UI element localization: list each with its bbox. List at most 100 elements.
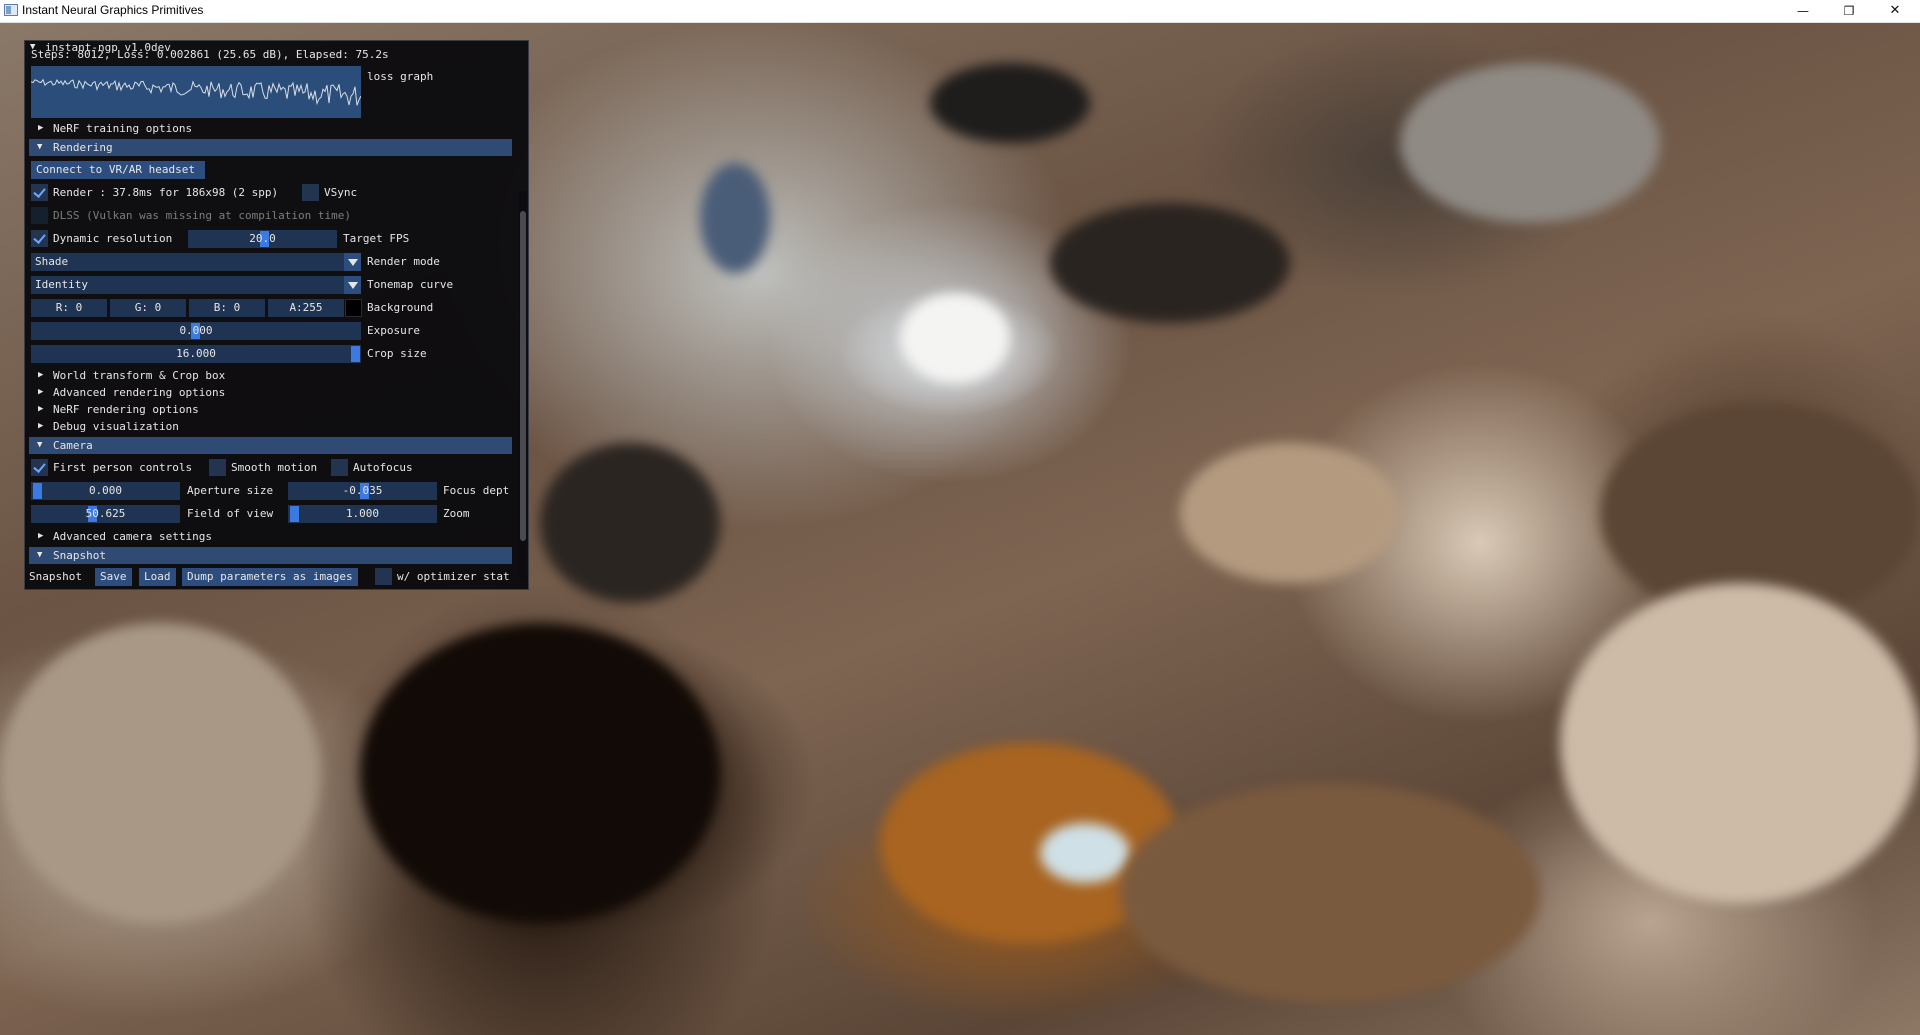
expand-arrow-icon[interactable]: ▶ — [38, 418, 43, 435]
background-g-field[interactable]: G: 0 — [110, 299, 186, 317]
snapshot-save-button[interactable]: Save — [95, 568, 132, 586]
optimizer-state-label: w/ optimizer stat — [397, 570, 510, 583]
chevron-down-icon[interactable] — [344, 253, 361, 271]
expand-arrow-icon[interactable]: ▶ — [38, 120, 43, 137]
field-of-view-value: 50.625 — [85, 507, 126, 520]
field-of-view-slider[interactable]: 50.625 — [31, 505, 180, 523]
tonemap-curve-value: Identity — [35, 278, 88, 291]
target-fps-slider[interactable]: 20.0 — [188, 230, 337, 248]
crop-size-label: Crop size — [367, 347, 427, 360]
render-blob — [900, 293, 1010, 383]
background-color-swatch[interactable] — [345, 299, 362, 317]
render-blob — [540, 443, 720, 603]
nerf-training-options-header[interactable]: NeRF training options — [53, 120, 192, 137]
expand-arrow-icon[interactable]: ▶ — [38, 528, 43, 545]
advanced-rendering-header[interactable]: Advanced rendering options — [53, 384, 225, 401]
expand-arrow-icon[interactable]: ▶ — [38, 401, 43, 418]
render-blob — [700, 163, 770, 273]
target-fps-label: Target FPS — [343, 232, 410, 245]
rendering-header[interactable]: ▼ Rendering — [29, 139, 512, 156]
camera-header-label: Camera — [53, 439, 93, 452]
target-fps-value: 20.0 — [249, 232, 276, 245]
background-label: Background — [367, 301, 434, 314]
nerf-rendering-header[interactable]: NeRF rendering options — [53, 401, 199, 418]
exposure-value: 0.000 — [179, 324, 213, 337]
dynamic-resolution-checkbox[interactable] — [31, 230, 48, 247]
render-blob — [1040, 823, 1130, 883]
expand-arrow-icon[interactable]: ▶ — [38, 367, 43, 384]
world-transform-header[interactable]: World transform & Crop box — [53, 367, 225, 384]
instant-ngp-panel[interactable]: ▼ instant-ngp v1.0dev Steps: 8012, Loss:… — [24, 40, 529, 590]
render-blob — [1180, 443, 1400, 583]
loss-graph-plot — [30, 78, 362, 106]
loss-graph-label: loss graph — [367, 70, 434, 83]
exposure-slider[interactable]: 0.000 — [31, 322, 361, 340]
slider-grab[interactable] — [290, 506, 299, 522]
render-stats-label: Render : 37.8ms for 186x98 (2 spp) — [53, 186, 279, 199]
background-r-field[interactable]: R: 0 — [31, 299, 107, 317]
smooth-motion-label: Smooth motion — [231, 461, 318, 474]
crop-size-slider[interactable]: 16.000 — [31, 345, 361, 363]
snapshot-header-label: Snapshot — [53, 549, 106, 562]
snapshot-label: Snapshot — [29, 570, 82, 583]
collapse-arrow-icon: ▼ — [37, 440, 43, 450]
tonemap-curve-label: Tonemap curve — [367, 278, 454, 291]
render-blob — [0, 623, 320, 923]
panel-scrollbar-thumb[interactable] — [520, 211, 526, 541]
snapshot-header[interactable]: ▼ Snapshot — [29, 547, 512, 564]
expand-arrow-icon[interactable]: ▶ — [38, 384, 43, 401]
zoom-slider[interactable]: 1.000 — [288, 505, 437, 523]
render-blob — [1400, 63, 1660, 223]
field-of-view-label: Field of view — [187, 507, 274, 520]
dynamic-resolution-label: Dynamic resolution — [53, 232, 173, 245]
app-icon — [4, 4, 18, 16]
restore-button[interactable]: ❐ — [1826, 0, 1872, 22]
render-mode-value: Shade — [35, 255, 69, 268]
render-blob — [1560, 583, 1920, 903]
collapse-arrow-icon: ▼ — [37, 142, 43, 152]
slider-grab[interactable] — [33, 483, 42, 499]
debug-visualization-header[interactable]: Debug visualization — [53, 418, 179, 435]
aperture-size-slider[interactable]: 0.000 — [31, 482, 180, 500]
autofocus-checkbox[interactable] — [331, 459, 348, 476]
first-person-label: First person controls — [53, 461, 193, 474]
window-title-bar[interactable]: Instant Neural Graphics Primitives — ❐ ✕ — [0, 0, 1920, 23]
loss-graph — [30, 66, 362, 118]
first-person-checkbox[interactable] — [31, 459, 48, 476]
camera-header[interactable]: ▼ Camera — [29, 437, 512, 454]
render-mode-label: Render mode — [367, 255, 440, 268]
autofocus-label: Autofocus — [353, 461, 413, 474]
training-status: Steps: 8012, Loss: 0.002861 (25.65 dB), … — [31, 50, 389, 60]
snapshot-load-button[interactable]: Load — [139, 568, 176, 586]
aperture-size-label: Aperture size — [187, 484, 274, 497]
render-mode-select[interactable]: Shade — [31, 253, 361, 271]
tonemap-curve-select[interactable]: Identity — [31, 276, 361, 294]
background-a-field[interactable]: A:255 — [268, 299, 344, 317]
advanced-camera-header[interactable]: Advanced camera settings — [53, 528, 212, 545]
zoom-value: 1.000 — [345, 507, 380, 520]
chevron-down-icon[interactable] — [344, 276, 361, 294]
dlss-label: DLSS (Vulkan was missing at compilation … — [53, 209, 352, 222]
focus-depth-label: Focus dept — [443, 484, 510, 497]
background-b-field[interactable]: B: 0 — [189, 299, 265, 317]
render-blob — [930, 63, 1090, 143]
dlss-checkbox — [31, 207, 48, 224]
vsync-checkbox[interactable] — [302, 184, 319, 201]
slider-grab[interactable] — [351, 346, 360, 362]
render-blob — [360, 623, 720, 923]
render-checkbox[interactable] — [31, 184, 48, 201]
optimizer-state-checkbox[interactable] — [375, 568, 392, 585]
dump-parameters-button[interactable]: Dump parameters as images — [182, 568, 358, 586]
window-title: Instant Neural Graphics Primitives — [22, 3, 204, 17]
minimize-button[interactable]: — — [1780, 0, 1826, 22]
focus-depth-slider[interactable]: -0.035 — [288, 482, 437, 500]
loss-graph-line — [30, 78, 362, 106]
exposure-label: Exposure — [367, 324, 420, 337]
smooth-motion-checkbox[interactable] — [209, 459, 226, 476]
close-button[interactable]: ✕ — [1872, 0, 1918, 22]
vsync-label: VSync — [324, 186, 358, 199]
render-blob — [1120, 783, 1540, 1003]
focus-depth-value: -0.035 — [342, 484, 383, 497]
connect-vr-button[interactable]: Connect to VR/AR headset — [31, 161, 205, 179]
crop-size-value: 16.000 — [176, 347, 216, 360]
